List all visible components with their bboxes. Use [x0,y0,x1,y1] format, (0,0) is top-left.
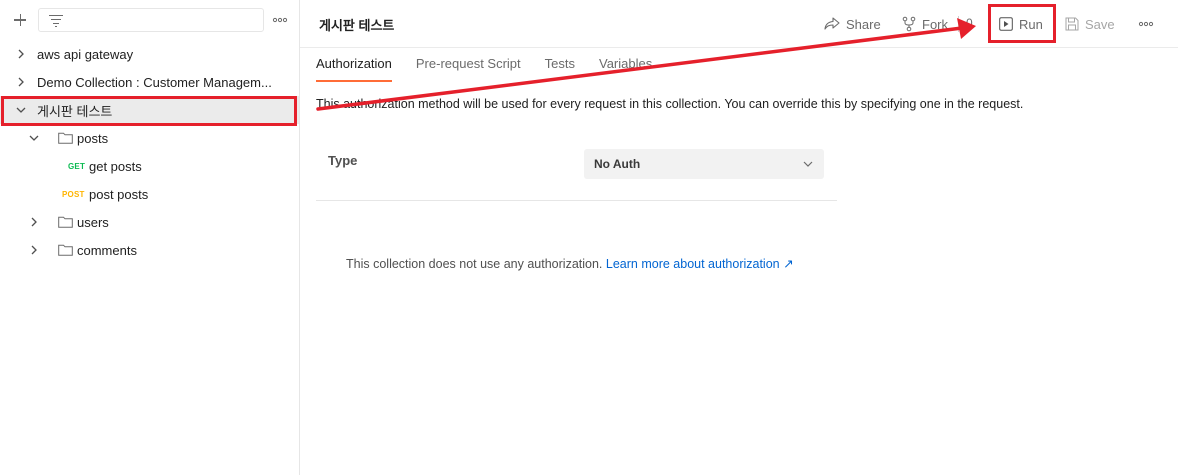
tree-item-demo-collection[interactable]: Demo Collection : Customer Managem... [0,68,299,96]
chevron-right-icon[interactable] [15,48,27,60]
method-badge: POST [62,190,85,199]
collection-header: 게시판 테스트 Share Fork 0 Run Save [300,0,1178,48]
chevron-right-icon[interactable] [28,216,40,228]
fork-button[interactable]: Fork [902,14,948,34]
fork-icon [902,16,916,32]
tree-request-post-posts[interactable]: POST post posts [0,180,299,208]
fork-divider [958,16,959,32]
tree-item-aws-api-gateway[interactable]: aws api gateway [0,40,299,68]
filter-input[interactable] [38,8,264,32]
more-options-icon[interactable] [272,12,288,28]
auth-description: This authorization method will be used f… [316,97,1024,111]
tree-folder-comments[interactable]: comments [0,236,299,264]
folder-icon [58,216,73,228]
tree-item-label: post posts [89,186,149,202]
folder-icon [58,132,73,144]
share-label: Share [846,16,881,32]
no-auth-text: This collection does not use any authori… [346,257,603,271]
annotation-highlight-box [1,96,297,126]
tree-item-label: Demo Collection : Customer Managem... [37,74,272,90]
tree-item-label: users [77,214,109,230]
chevron-down-icon[interactable] [28,132,40,144]
share-button[interactable]: Share [824,14,881,34]
more-options-icon[interactable] [1138,16,1154,32]
auth-type-value: No Auth [594,157,641,171]
divider [316,200,837,201]
tree-item-label: comments [77,242,137,258]
page-title: 게시판 테스트 [319,18,395,33]
chevron-right-icon[interactable] [28,244,40,256]
auth-type-label: Type [328,153,358,168]
tab-variables[interactable]: Variables [599,56,652,82]
tab-authorization[interactable]: Authorization [316,56,392,82]
no-auth-message: This collection does not use any authori… [346,256,794,271]
tree-item-label: get posts [89,158,142,174]
share-icon [824,17,840,30]
tree-item-label: aws api gateway [37,46,134,62]
tree-folder-users[interactable]: users [0,208,299,236]
tree-request-get-posts[interactable]: GET get posts [0,152,299,180]
save-label: Save [1085,16,1115,32]
learn-more-link[interactable]: Learn more about authorization ↗ [606,257,794,271]
sidebar: aws api gateway Demo Collection : Custom… [0,0,300,475]
new-collection-button[interactable] [10,9,32,31]
folder-icon [58,244,73,256]
fork-count: 0 [966,16,973,30]
tree-item-label: posts [77,130,109,146]
save-icon [1065,17,1079,31]
tab-pre-request-script[interactable]: Pre-request Script [416,56,521,82]
fork-label: Fork [922,16,948,32]
collection-tabs: Authorization Pre-request Script Tests V… [316,56,676,82]
sidebar-toolbar [0,0,299,40]
save-button[interactable]: Save [1065,14,1115,34]
filter-icon [49,15,63,28]
tab-tests[interactable]: Tests [545,56,575,82]
tree-folder-posts[interactable]: posts [0,124,299,152]
auth-type-select[interactable]: No Auth [584,149,824,179]
chevron-right-icon[interactable] [15,76,27,88]
chevron-down-icon [803,161,813,167]
main-panel: 게시판 테스트 Share Fork 0 Run Save Authorizat… [300,0,1178,475]
method-badge: GET [68,162,86,171]
annotation-highlight-box [988,4,1056,43]
